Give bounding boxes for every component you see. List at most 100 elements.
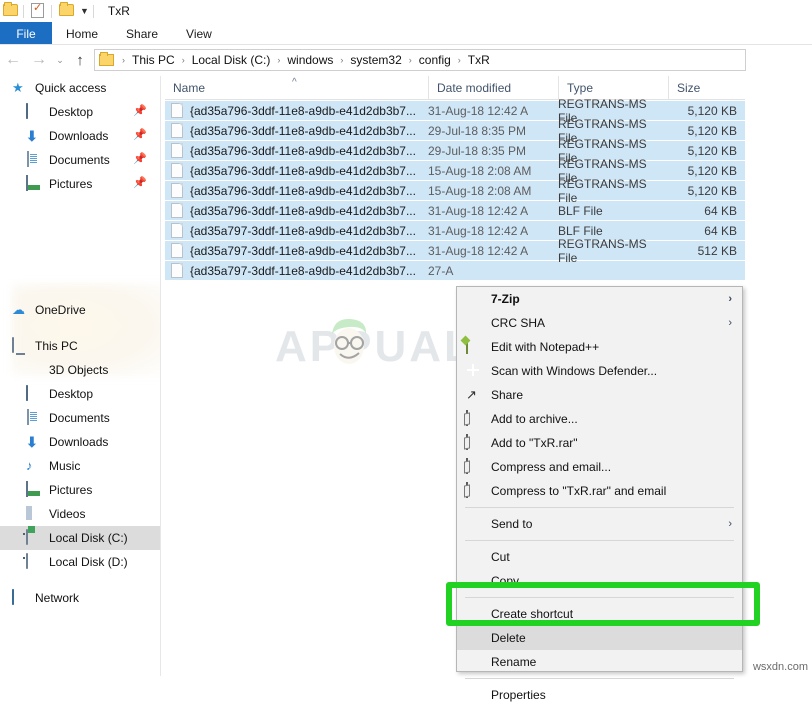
watermark-wsxdn: wsxdn.com — [753, 661, 808, 673]
menu-item-delete[interactable]: Delete — [457, 626, 742, 650]
breadcrumb-item-txr[interactable]: TxR — [466, 53, 492, 67]
forward-button[interactable]: → — [26, 47, 52, 73]
tab-file[interactable]: File — [0, 22, 52, 45]
quick-access-folder-icon[interactable] — [3, 3, 19, 19]
sidebar-item-local-disk-d[interactable]: Local Disk (D:) — [0, 550, 160, 574]
menu-item-properties[interactable]: Properties — [457, 683, 742, 707]
sidebar-item-music[interactable]: ♪ Music — [0, 454, 160, 478]
table-row[interactable]: {ad35a796-3ddf-11e8-a9db-e41d2db3b7... 3… — [165, 201, 745, 221]
file-name-cell: {ad35a796-3ddf-11e8-a9db-e41d2db3b7... — [165, 163, 428, 178]
music-icon: ♪ — [26, 458, 42, 474]
file-size: 5,120 KB — [668, 144, 745, 158]
breadcrumb-item-windows[interactable]: windows — [285, 53, 335, 67]
menu-item-label: Cut — [491, 550, 510, 564]
table-row[interactable]: {ad35a796-3ddf-11e8-a9db-e41d2db3b7... 1… — [165, 181, 745, 201]
menu-separator — [465, 540, 734, 541]
recent-locations-icon[interactable]: ⌄ — [52, 47, 68, 73]
menu-item-share[interactable]: ↗ Share — [457, 383, 742, 407]
file-icon — [171, 123, 183, 138]
sidebar-item-videos[interactable]: Videos — [0, 502, 160, 526]
menu-item-add-to-archive[interactable]: Add to archive... — [457, 407, 742, 431]
sidebar-item-label: Downloads — [49, 435, 108, 449]
file-date: 29-Jul-18 8:35 PM — [428, 124, 558, 138]
column-header-date-modified[interactable]: Date modified — [428, 76, 558, 100]
tab-share[interactable]: Share — [112, 22, 172, 45]
network-icon — [12, 590, 28, 606]
breadcrumb-item-local-disk-c[interactable]: Local Disk (C:) — [190, 53, 273, 67]
sidebar-item-downloads-pc[interactable]: ⬇ Downloads — [0, 430, 160, 454]
menu-item-edit-with-notepadpp[interactable]: Edit with Notepad++ — [457, 335, 742, 359]
sidebar-item-network[interactable]: Network — [0, 586, 160, 610]
file-icon — [171, 183, 183, 198]
videos-icon — [26, 506, 42, 522]
menu-item-label: Add to "TxR.rar" — [491, 436, 578, 450]
menu-item-create-shortcut[interactable]: Create shortcut — [457, 602, 742, 626]
menu-item-scan-with-windows-defender[interactable]: Scan with Windows Defender... — [457, 359, 742, 383]
winrar-icon — [466, 483, 482, 499]
ribbon-divider — [0, 44, 812, 45]
column-header-size[interactable]: Size — [668, 76, 745, 100]
table-row[interactable]: {ad35a797-3ddf-11e8-a9db-e41d2db3b7... 3… — [165, 241, 745, 261]
navigation-pane: ★ Quick access Desktop 📌 ⬇ Downloads 📌 D… — [0, 76, 160, 676]
file-size: 5,120 KB — [668, 124, 745, 138]
sidebar-item-onedrive[interactable]: ☁ OneDrive — [0, 298, 160, 322]
sidebar-item-pictures-pc[interactable]: Pictures — [0, 478, 160, 502]
file-icon — [171, 143, 183, 158]
pin-icon[interactable]: 📌 — [133, 177, 144, 190]
file-name: {ad35a796-3ddf-11e8-a9db-e41d2db3b7... — [190, 104, 416, 118]
menu-item-cut[interactable]: Cut — [457, 545, 742, 569]
sidebar-item-local-disk-c[interactable]: Local Disk (C:) — [0, 526, 160, 550]
file-name: {ad35a797-3ddf-11e8-a9db-e41d2db3b7... — [190, 264, 416, 278]
menu-item-7-zip[interactable]: 7-Zip › — [457, 287, 742, 311]
documents-icon — [26, 152, 42, 168]
menu-item-compress-and-email[interactable]: Compress and email... — [457, 455, 742, 479]
tab-home[interactable]: Home — [52, 22, 112, 45]
breadcrumb-item-this-pc[interactable]: This PC — [130, 53, 177, 67]
pin-icon[interactable]: 📌 — [133, 105, 144, 118]
breadcrumb-separator: › — [117, 55, 130, 65]
tab-view[interactable]: View — [172, 22, 226, 45]
sidebar-item-downloads[interactable]: ⬇ Downloads 📌 — [0, 124, 160, 148]
sidebar-item-this-pc[interactable]: This PC — [0, 334, 160, 358]
menu-item-rename[interactable]: Rename — [457, 650, 742, 674]
desktop-icon — [26, 386, 42, 402]
pin-icon[interactable]: 📌 — [133, 153, 144, 166]
sidebar-item-quick-access[interactable]: ★ Quick access — [0, 76, 160, 100]
breadcrumb-item-config[interactable]: config — [417, 53, 453, 67]
sidebar-item-label: Quick access — [35, 81, 106, 95]
file-name-cell: {ad35a797-3ddf-11e8-a9db-e41d2db3b7... — [165, 243, 428, 258]
file-date: 15-Aug-18 2:08 AM — [428, 184, 558, 198]
menu-item-send-to[interactable]: Send to › — [457, 512, 742, 536]
sidebar-item-documents-pc[interactable]: Documents — [0, 406, 160, 430]
sidebar-item-label: Local Disk (C:) — [49, 531, 128, 545]
sidebar-item-desktop-pc[interactable]: Desktop — [0, 382, 160, 406]
menu-item-add-to-txr-rar[interactable]: Add to "TxR.rar" — [457, 431, 742, 455]
sidebar-item-pictures[interactable]: Pictures 📌 — [0, 172, 160, 196]
customize-dropdown-icon[interactable]: ▼ — [80, 7, 89, 16]
winrar-icon — [466, 411, 482, 427]
menu-item-copy[interactable]: Copy — [457, 569, 742, 593]
menu-item-crc-sha[interactable]: CRC SHA › — [457, 311, 742, 335]
file-name-cell: {ad35a796-3ddf-11e8-a9db-e41d2db3b7... — [165, 183, 428, 198]
new-folder-icon[interactable] — [59, 3, 75, 19]
file-icon — [171, 203, 183, 218]
back-button[interactable]: ← — [0, 47, 26, 73]
pin-icon[interactable]: 📌 — [133, 129, 144, 142]
menu-item-label: Properties — [491, 688, 546, 702]
up-button[interactable]: ↑ — [68, 47, 92, 73]
menu-item-compress-to-txr-rar-and-email[interactable]: Compress to "TxR.rar" and email — [457, 479, 742, 503]
breadcrumb-item-system32[interactable]: system32 — [348, 53, 403, 67]
sidebar-item-documents[interactable]: Documents 📌 — [0, 148, 160, 172]
sidebar-item-label: Desktop — [49, 387, 93, 401]
menu-item-label: Share — [491, 388, 523, 402]
sidebar-item-desktop[interactable]: Desktop 📌 — [0, 100, 160, 124]
sidebar-item-label: Pictures — [49, 177, 92, 191]
divider — [23, 5, 24, 18]
properties-icon[interactable] — [31, 3, 47, 19]
divider — [51, 5, 52, 18]
breadcrumb[interactable]: › This PC › Local Disk (C:) › windows › … — [94, 49, 746, 71]
cloud-icon: ☁ — [12, 302, 28, 318]
file-name-cell: {ad35a796-3ddf-11e8-a9db-e41d2db3b7... — [165, 203, 428, 218]
file-size: 512 KB — [668, 244, 745, 258]
sidebar-item-3d-objects[interactable]: 3D Objects — [0, 358, 160, 382]
